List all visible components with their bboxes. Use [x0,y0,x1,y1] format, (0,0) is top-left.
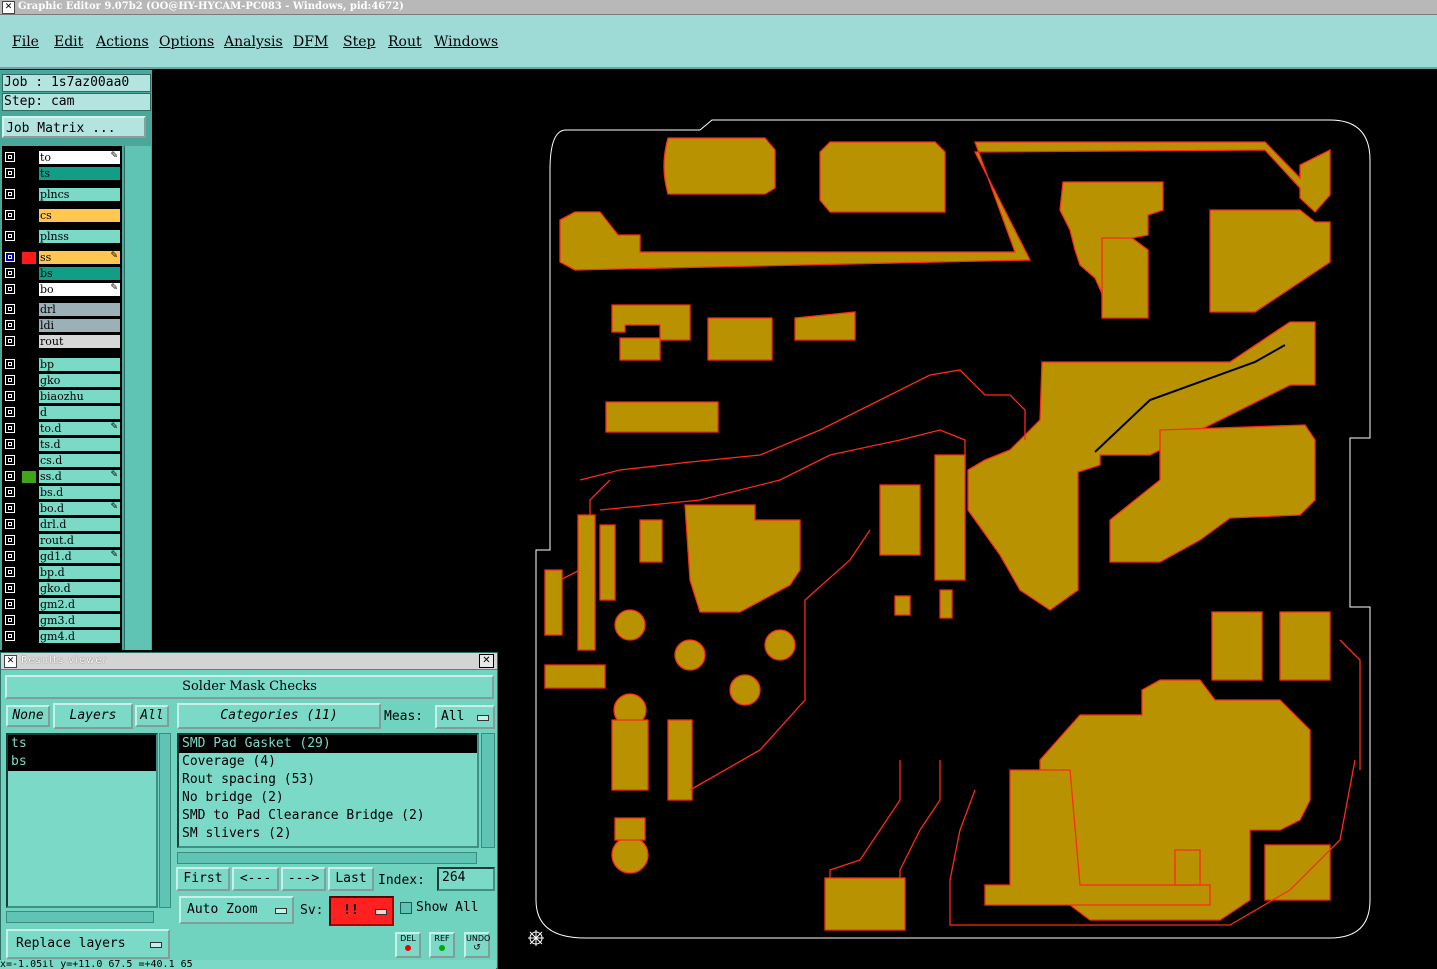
severity-value: !! [343,903,359,918]
green-dot-icon [439,945,445,951]
copper-pad [663,137,776,195]
categories-vscroll[interactable] [481,733,495,848]
next-button[interactable]: ---> [281,867,326,891]
copper-pad [939,589,953,619]
copper-pad-round [614,609,646,641]
meas-select[interactable]: All [435,705,495,729]
undo-icon: ↺ [473,943,481,953]
copper-pad-round [764,629,796,661]
category-item[interactable]: Coverage (4) [179,753,477,771]
close-icon[interactable]: ✕ [479,654,494,668]
category-item[interactable]: Rout spacing (53) [179,771,477,789]
dropdown-icon [375,909,387,915]
categories-button[interactable]: Categories (11) [177,703,381,729]
copper-pad [1209,209,1331,313]
status-bar: x=-1.05il y=+11.0 67.5 =+40.1 65 [0,960,496,969]
none-button[interactable]: None [6,705,50,727]
results-viewer-title: Results viewer [21,655,108,666]
copper-pad [1174,849,1201,886]
index-label: Index: [378,873,425,888]
layer-list-vscroll[interactable] [159,733,171,908]
auto-zoom-select[interactable]: Auto Zoom [179,896,294,924]
checks-header: Solder Mask Checks [5,675,494,699]
undo-button[interactable]: UNDO ↺ [464,932,490,958]
copper-pad [1264,844,1331,901]
sv-label: Sv: [300,903,324,918]
copper-pad [794,311,856,341]
copper-pad [894,595,911,616]
replace-layers-value: Replace layers [16,936,126,951]
prev-button[interactable]: <--- [232,867,279,891]
results-viewer-titlebar: ✕ Results viewer ✕ [1,653,497,670]
copper-pad [1211,611,1263,681]
ref-label: REF [434,934,450,943]
category-item[interactable]: SMD Pad Gasket (29) [179,735,477,753]
severity-select[interactable]: !! [329,896,394,926]
copper-pad-round [674,639,706,671]
category-item[interactable]: SMD to Pad Clearance Bridge (2) [179,807,477,825]
show-all-label: Show All [416,900,479,915]
copper-pad [819,141,946,213]
copper-pad [934,454,966,581]
delete-label: DEL [400,934,416,943]
copper-pad [879,484,921,556]
red-dot-icon [405,945,411,951]
layers-button[interactable]: Layers [53,703,133,729]
layer-results-list[interactable]: ts bs [6,733,158,908]
category-item[interactable]: No bridge (2) [179,789,477,807]
copper-pad [614,817,646,841]
replace-layers-select[interactable]: Replace layers [6,929,170,959]
copper-pad [619,337,661,361]
dropdown-icon [275,908,287,914]
auto-zoom-value: Auto Zoom [187,902,258,917]
copper-pad [605,401,719,433]
categories-list[interactable]: SMD Pad Gasket (29) Coverage (4) Rout spac… [177,733,479,848]
index-input[interactable]: 264 [437,867,495,891]
show-all-checkbox[interactable] [400,902,412,914]
ref-button[interactable]: REF [429,932,455,958]
categories-hscroll[interactable] [177,852,477,864]
first-button[interactable]: First [176,867,230,891]
delete-button[interactable]: DEL [395,932,421,958]
copper-pad [611,304,691,341]
copper-pad-round [611,836,649,874]
copper-pad [667,719,693,801]
dropdown-icon [150,942,162,948]
copper-pad [707,317,773,361]
layer-list-hscroll[interactable] [6,911,154,923]
copper-pad [824,877,906,931]
copper-pad [1101,237,1149,319]
dropdown-icon [477,715,489,721]
meas-label: Meas: [384,709,424,724]
crosshair-icon [528,930,544,946]
copper-pad [639,519,663,563]
category-item[interactable]: SM slivers (2) [179,825,477,843]
copper-pad [1279,611,1331,681]
copper-pad [684,504,801,613]
copper-pad [577,514,596,651]
results-viewer-window: ✕ Results viewer ✕ Solder Mask Checks No… [0,652,498,969]
copper-pad [544,664,606,689]
list-item[interactable]: bs [8,753,156,771]
copper-trace [1339,639,1361,770]
copper-pad [544,569,563,636]
copper-pad [599,524,616,601]
all-layers-button[interactable]: All [135,705,169,727]
list-item[interactable]: ts [8,735,156,753]
copper-pad [611,719,649,791]
window-menu-icon[interactable]: ✕ [4,655,17,668]
copper-pad-round [729,674,761,706]
copper-trace [899,760,941,930]
meas-value: All [441,709,465,724]
last-button[interactable]: Last [328,867,374,891]
